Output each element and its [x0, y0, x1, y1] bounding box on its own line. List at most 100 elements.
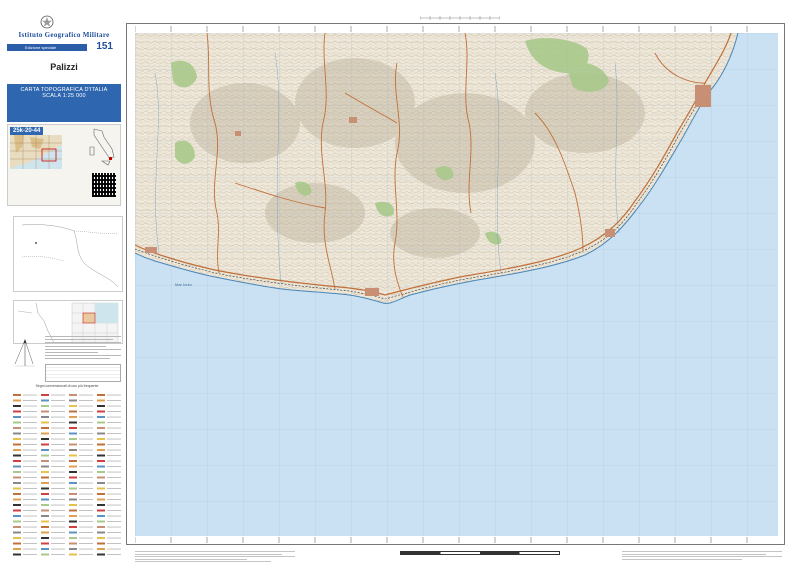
legend-swatch — [69, 410, 77, 413]
legend-swatch — [69, 432, 77, 435]
legend-text-line — [23, 455, 37, 456]
legend-text-line — [23, 422, 37, 423]
legend-text-line — [51, 411, 65, 412]
legend-swatch — [69, 509, 77, 512]
legend-text-line — [79, 433, 93, 434]
legend-text-line — [79, 466, 93, 467]
legend-text-line — [79, 510, 93, 511]
legend-text-line — [79, 554, 93, 555]
legend-swatch — [13, 454, 21, 457]
legend-text-line — [107, 438, 121, 440]
legend-text-line — [23, 394, 37, 396]
legend-text-line — [107, 537, 121, 539]
legend-swatch — [69, 443, 77, 446]
legend-swatch — [13, 493, 21, 495]
legend-swatch — [13, 531, 21, 534]
legend-text-line — [107, 493, 121, 495]
legend-text-line — [51, 504, 65, 506]
legend-swatch — [41, 394, 49, 396]
legend-swatch — [41, 460, 49, 462]
legend-swatch — [13, 476, 21, 479]
legend-text-line — [51, 405, 65, 407]
legend-swatch — [41, 443, 49, 446]
legend-text-line — [51, 488, 65, 489]
north-arrow-icon — [14, 339, 35, 367]
legend-swatch — [69, 493, 77, 495]
italian-republic-emblem-icon — [40, 15, 54, 29]
legend-text-line — [23, 477, 37, 478]
edition-label: Edizione speciale — [7, 44, 87, 51]
legend-text-line — [79, 449, 93, 451]
legend-swatch — [97, 531, 105, 534]
legend-text-line — [51, 466, 65, 467]
legend-swatch — [41, 405, 49, 407]
legend-swatch — [13, 520, 21, 523]
legend-swatch — [97, 410, 105, 413]
legend-swatch — [69, 471, 77, 473]
legend-text-line — [51, 438, 65, 440]
legend-text-line — [51, 455, 65, 456]
grid-conversion-table — [45, 364, 121, 382]
legend-text-line — [23, 504, 37, 506]
legend-text-line — [23, 466, 37, 467]
legend-swatch — [13, 416, 21, 418]
legend-text-line — [23, 488, 37, 489]
legend-swatch — [13, 399, 21, 402]
legend-swatch — [69, 416, 77, 418]
legend-text-line — [23, 460, 37, 462]
legend-text-line — [79, 400, 93, 401]
legend-text-line — [51, 477, 65, 478]
legend-swatch — [97, 548, 105, 550]
legend-swatch — [41, 520, 49, 523]
legend-text-line — [79, 543, 93, 544]
legend-text-line — [107, 488, 121, 489]
legend-text-line — [107, 543, 121, 544]
legend-text-line — [107, 411, 121, 412]
legend-swatch — [41, 487, 49, 490]
legend-swatch — [97, 394, 105, 396]
legend-swatch — [13, 432, 21, 435]
legend-text-line — [51, 444, 65, 445]
legend-text-line — [79, 394, 93, 396]
legend-swatch — [41, 509, 49, 512]
legend-text-line — [23, 548, 37, 550]
legend-swatch — [13, 548, 21, 550]
sheet-index-panel: 25k-20-44 — [7, 124, 121, 206]
legend-swatch — [97, 443, 105, 446]
legend-text-line — [107, 477, 121, 478]
legend-swatch — [69, 553, 77, 556]
legend-swatch — [97, 526, 105, 528]
legend-swatch — [69, 515, 77, 517]
legend-text-line — [107, 554, 121, 555]
legend-text-line — [51, 493, 65, 495]
legend-swatch — [97, 537, 105, 539]
legend-swatch — [97, 399, 105, 402]
legend-text-line — [79, 548, 93, 550]
locator-map — [10, 135, 62, 169]
legend-text-line — [79, 526, 93, 528]
legend-swatch — [97, 509, 105, 512]
frame-ticks-bottom — [135, 537, 748, 543]
legend-swatch — [69, 520, 77, 523]
legend-swatch — [41, 471, 49, 473]
legend-swatch — [97, 504, 105, 506]
legend-text-line — [79, 422, 93, 423]
legend-text-line — [79, 405, 93, 407]
top-scale-marks — [420, 16, 500, 20]
legend-text-line — [51, 422, 65, 423]
legend-text-line — [79, 477, 93, 478]
legend-text-line — [23, 411, 37, 412]
legend-text-line — [107, 449, 121, 451]
legend-text-line — [23, 482, 37, 484]
legend-swatch — [97, 482, 105, 484]
legend-text-line — [23, 433, 37, 434]
legend-swatch — [97, 553, 105, 556]
legend-text-line — [107, 515, 121, 517]
legend-swatch — [97, 471, 105, 473]
declination-notes — [45, 336, 121, 366]
legend-swatch — [97, 416, 105, 418]
legend-swatch — [41, 493, 49, 495]
legend-swatch — [13, 526, 21, 528]
legend-swatch — [97, 432, 105, 435]
legend-swatch — [41, 498, 49, 501]
